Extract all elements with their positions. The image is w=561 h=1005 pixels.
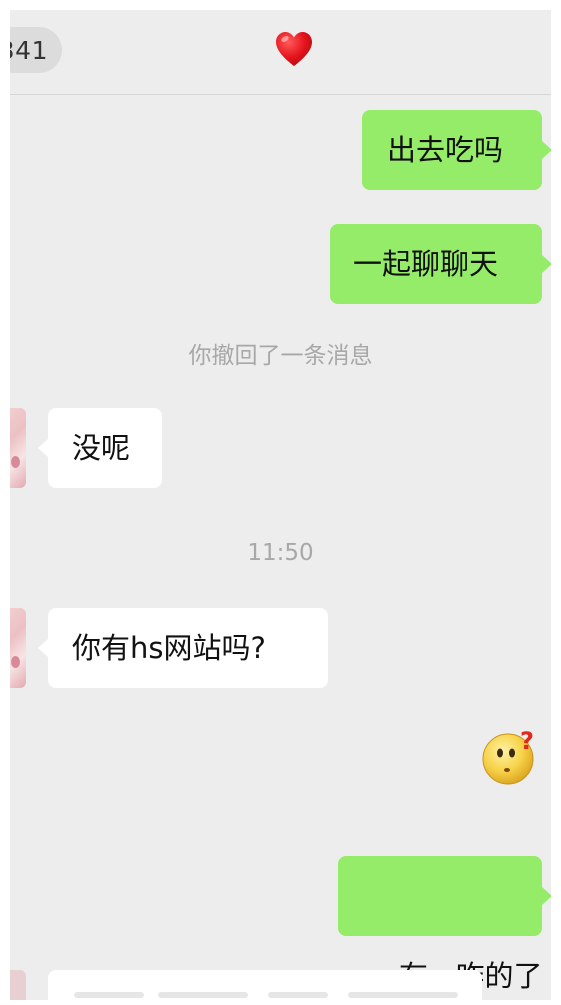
timestamp-text: 11:50	[247, 540, 314, 566]
message-bubble-incoming[interactable]: 没呢	[38, 408, 162, 488]
timestamp: 11:50	[10, 540, 551, 566]
message-bubble-outgoing[interactable]: 一起聊聊天	[330, 224, 551, 304]
message-bubble-incoming-partial[interactable]	[48, 970, 482, 1000]
message-bubble-incoming[interactable]: 你有hs网站吗?	[38, 608, 328, 688]
chat-header: 341	[10, 10, 551, 95]
heart-icon	[276, 32, 312, 66]
recall-notice: 你撤回了一条消息	[10, 336, 551, 370]
system-message-text: 你撤回了一条消息	[188, 343, 373, 369]
svg-text:?: ?	[520, 727, 534, 755]
message-text: 一起聊聊天	[353, 247, 499, 281]
message-text: 你有hs网站吗?	[72, 631, 266, 665]
unread-count: 341	[10, 35, 48, 65]
chat-screen: 341 出去吃吗 一起聊聊天 你撤回了一条消息 没呢	[10, 10, 551, 1000]
contact-avatar[interactable]	[10, 408, 26, 488]
message-bubble-outgoing[interactable]: 有 咋的了	[338, 856, 551, 993]
contact-avatar[interactable]	[10, 970, 26, 1000]
message-text: 没呢	[72, 431, 131, 465]
message-bubble-outgoing[interactable]: 出去吃吗	[362, 110, 551, 190]
contact-avatar[interactable]	[10, 608, 26, 688]
confused-question-emoji-icon[interactable]: ?	[480, 725, 542, 787]
back-button[interactable]: 341	[10, 27, 62, 73]
message-text: 出去吃吗	[387, 133, 504, 167]
